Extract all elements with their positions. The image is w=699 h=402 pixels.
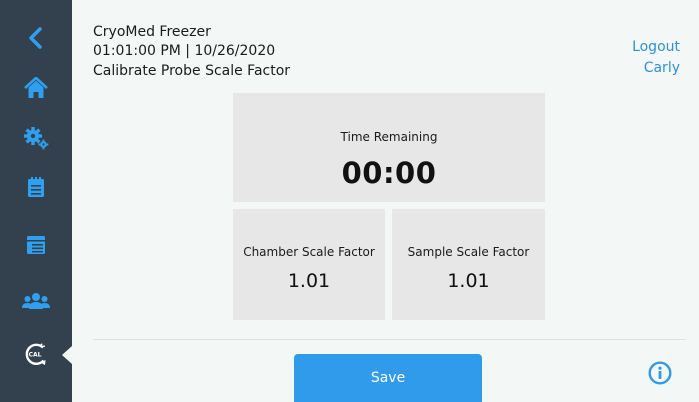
device-name: CryoMed Freezer xyxy=(93,24,211,40)
logout-link[interactable]: Logout xyxy=(632,39,680,55)
back-chevron-icon xyxy=(29,27,42,49)
settings-gears-icon xyxy=(24,127,49,150)
sidebar-item-records[interactable] xyxy=(0,220,72,270)
chamber-scale-factor-panel: Chamber Scale Factor 1.01 xyxy=(233,209,385,320)
info-button[interactable] xyxy=(648,361,672,385)
username: Carly xyxy=(643,60,680,76)
time-remaining-value: 00:00 xyxy=(341,156,437,190)
sidebar: CAL xyxy=(0,0,72,402)
save-button[interactable]: Save xyxy=(294,354,482,402)
time-remaining-label: Time Remaining xyxy=(340,130,438,144)
clipboard-icon xyxy=(28,177,44,197)
footer-divider xyxy=(93,339,686,340)
info-icon xyxy=(648,361,672,385)
home-icon xyxy=(24,77,48,98)
records-icon xyxy=(27,236,45,254)
sample-scale-factor-label: Sample Scale Factor xyxy=(407,245,530,259)
calibration-icon: CAL xyxy=(25,343,46,365)
sample-scale-factor-panel: Sample Scale Factor 1.01 xyxy=(392,209,545,320)
active-indicator xyxy=(62,346,72,364)
sidebar-item-clipboard[interactable] xyxy=(0,162,72,212)
sidebar-item-home[interactable] xyxy=(0,63,72,113)
time-remaining-panel: Time Remaining 00:00 xyxy=(233,93,545,202)
users-icon xyxy=(22,293,50,309)
page-title: Calibrate Probe Scale Factor xyxy=(93,63,291,79)
back-button[interactable] xyxy=(0,13,72,63)
chamber-scale-factor-value: 1.01 xyxy=(287,270,331,292)
sidebar-item-settings[interactable] xyxy=(0,113,72,163)
datetime: 01:01:00 PM | 10/26/2020 xyxy=(93,43,276,59)
sidebar-item-users[interactable] xyxy=(0,276,72,326)
sample-scale-factor-value: 1.01 xyxy=(447,270,490,292)
calibration-icon-text: CAL xyxy=(29,352,42,359)
chamber-scale-factor-label: Chamber Scale Factor xyxy=(243,245,375,259)
